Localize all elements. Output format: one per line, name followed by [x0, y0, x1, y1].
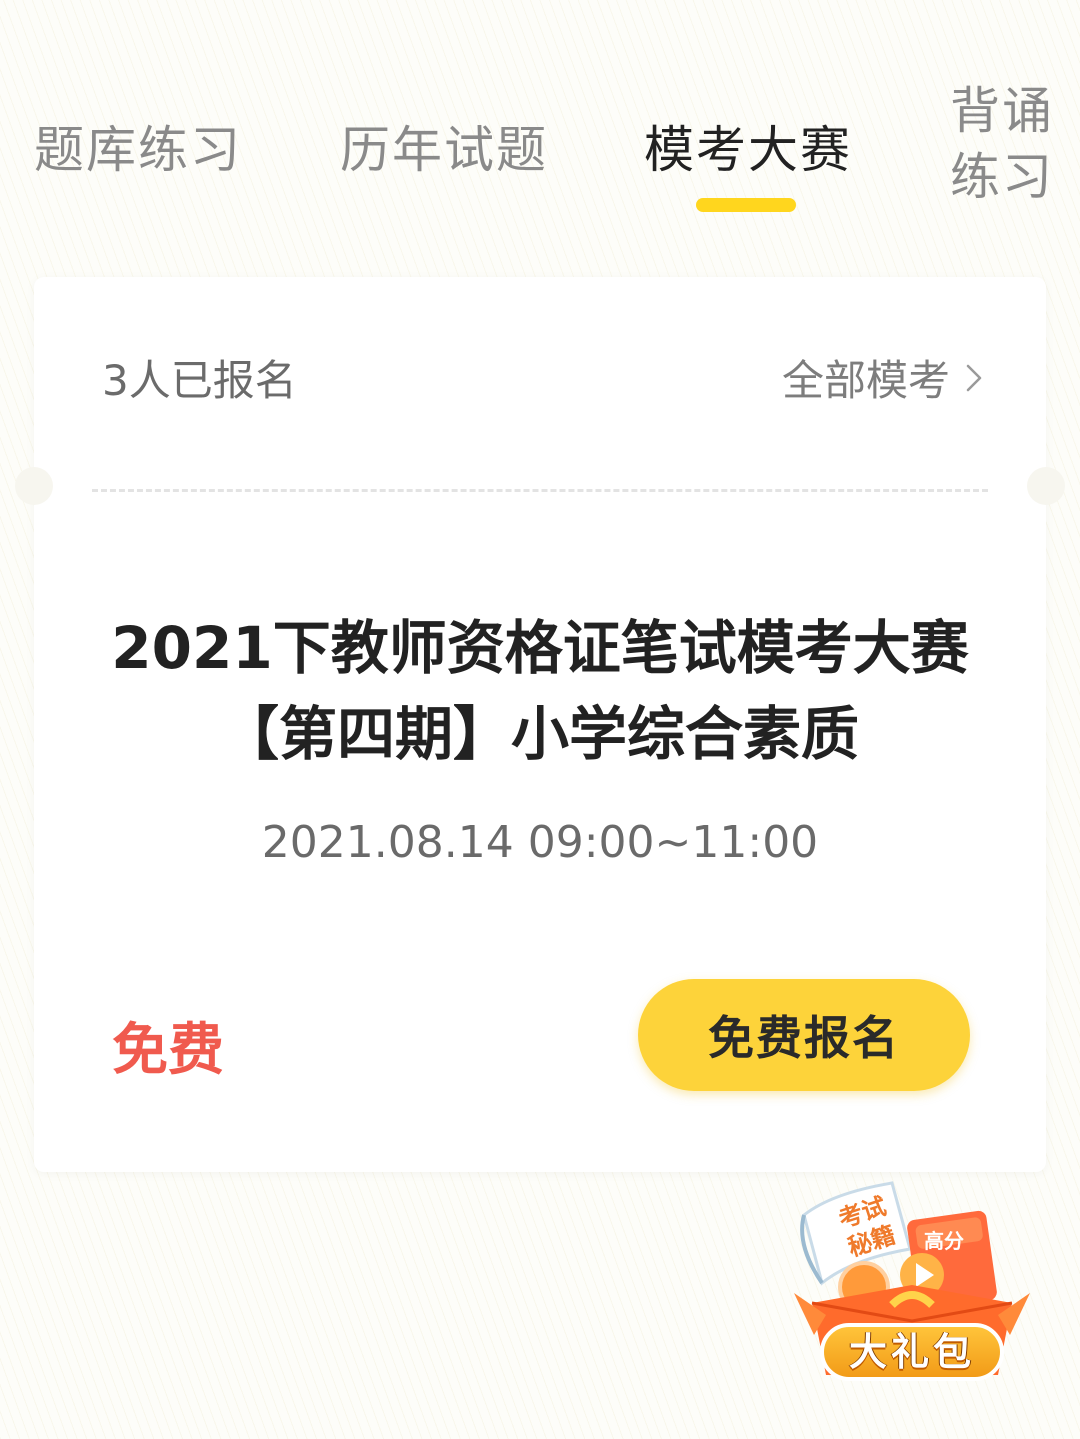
tab-question-bank[interactable]: 题库练习	[34, 110, 242, 182]
free-signup-button[interactable]: 免费报名	[638, 979, 970, 1091]
exam-title: 2021下教师资格证笔试模考大赛【第四期】小学综合素质	[111, 614, 969, 768]
ticket-notch-left	[15, 467, 53, 505]
gift-pack-label: 大礼包	[820, 1323, 1004, 1381]
active-tab-indicator	[696, 198, 796, 212]
mock-exam-card: 3人已报名 全部模考 2021下教师资格证笔试模考大赛【第四期】小学综合素质 2…	[15, 277, 1065, 1172]
gift-pack-widget[interactable]: 考试秘籍 高分 大礼包	[792, 1175, 1032, 1395]
high-score-badge: 高分	[924, 1229, 964, 1253]
tab-mock-contest[interactable]: 模考大赛	[644, 110, 852, 182]
price-label: 免费	[112, 1018, 224, 1083]
enroll-count: 3人已报名	[102, 356, 297, 405]
tab-past-exams[interactable]: 历年试题	[340, 110, 548, 182]
dashed-divider	[92, 489, 988, 492]
all-exams-link[interactable]: 全部模考	[782, 347, 984, 408]
exam-time: 2021.08.14 09:00~11:00	[261, 817, 819, 868]
ticket-notch-right	[1027, 467, 1065, 505]
tab-recitation[interactable]: 背诵练习	[950, 78, 1060, 210]
all-exams-label: 全部模考	[781, 356, 950, 405]
chevron-right-icon	[966, 364, 982, 391]
tab-bar: 题库练习 历年试题 模考大赛 背诵练习	[0, 0, 1080, 230]
